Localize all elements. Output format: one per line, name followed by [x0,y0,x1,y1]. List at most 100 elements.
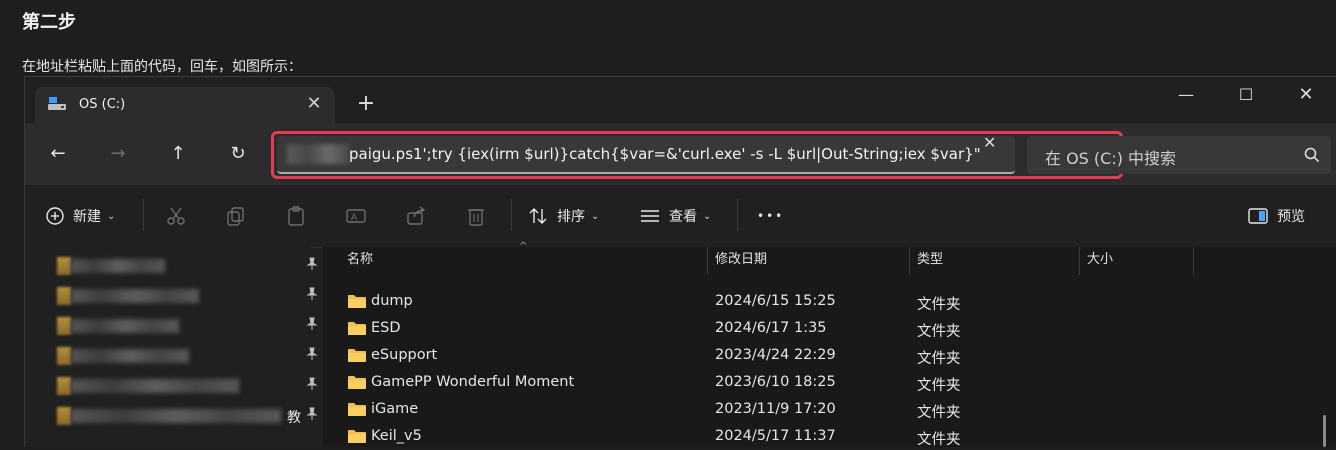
pin-icon [306,257,318,270]
sidebar-item-pinned-1[interactable] [49,253,318,279]
sidebar-redacted-blur [71,349,189,363]
article-text: 在地址栏粘贴上面的代码，回车，如图所示： [22,59,302,75]
sidebar-item-pinned-4[interactable] [49,343,318,369]
folder-icon [57,257,71,275]
preview-label: 预览 [1277,209,1305,225]
file-row[interactable]: eSupport 2023/4/24 22:29 文件夹 [323,342,1336,369]
column-header-name[interactable]: 名称 [347,247,373,273]
navigation-pane: 教 [25,247,318,447]
sort-caret-icon: ^ [519,241,528,252]
search-input[interactable]: 在 OS (C:) 中搜索 [1027,136,1331,174]
column-divider[interactable] [909,247,910,275]
column-header-type[interactable]: 类型 [917,247,943,273]
sidebar-redacted-blur [71,379,239,393]
column-divider[interactable] [707,247,708,275]
column-divider[interactable] [1193,247,1194,275]
maximize-button[interactable]: ☐ [1223,79,1269,111]
article-heading: 第二步 [22,12,76,33]
file-date: 2023/11/9 17:20 [715,401,836,417]
folder-icon [57,407,71,425]
close-window-button[interactable]: ✕ [1283,79,1329,111]
new-button[interactable]: 新建 ⌄ [45,203,115,229]
preview-pane-button[interactable]: 预览 [1247,203,1305,229]
file-name: GamePP Wonderful Moment [371,374,575,390]
file-name: eSupport [371,347,438,363]
tab-os-c[interactable]: OS (C:) ✕ [35,87,335,123]
view-label: 查看 [669,209,697,225]
search-icon [1304,147,1320,163]
file-name: dump [371,293,413,309]
view-button[interactable]: 查看 ⌄ [639,203,711,229]
pin-icon [306,407,318,420]
chevron-down-icon: ⌄ [107,210,116,222]
delete-button[interactable] [465,203,487,229]
sort-button[interactable]: 排序 ⌄ [527,203,599,229]
chevron-down-icon: ⌄ [703,210,712,222]
sidebar-item-pinned-3[interactable] [49,313,318,339]
folder-icon [57,377,71,395]
folder-icon [348,376,366,389]
file-explorer-window: OS (C:) ✕ + — ☐ ✕ ← → ↑ ↻ paigu.ps1';try… [24,76,1336,448]
file-type: 文件夹 [917,297,961,313]
refresh-button[interactable]: ↻ [223,139,253,169]
sidebar-redacted-blur [71,289,199,303]
toolbar-divider [737,199,738,231]
file-type: 文件夹 [917,351,961,367]
toolbar-divider [511,199,512,231]
new-tab-button[interactable]: + [355,93,377,115]
svg-text:A: A [351,213,358,223]
cut-button[interactable] [165,203,187,229]
scissors-icon [167,207,185,225]
plus-circle-icon [46,207,64,225]
file-list: ^ 名称 修改日期 类型 大小 dump 2024/6/15 15:25 文件夹… [323,241,1336,448]
file-date: 2023/4/24 22:29 [715,347,836,363]
folder-icon [57,287,71,305]
pin-icon [306,317,318,330]
folder-icon [57,317,71,335]
file-name: ESD [371,320,401,336]
rename-icon: A [346,209,366,223]
file-row[interactable]: dump 2024/6/15 15:25 文件夹 [323,288,1336,315]
vertical-scrollbar[interactable] [1323,415,1326,447]
file-row[interactable]: iGame 2023/11/9 17:20 文件夹 [323,396,1336,423]
file-name: iGame [371,401,419,417]
forward-button[interactable]: → [103,139,133,169]
file-row[interactable]: ESD 2024/6/17 1:35 文件夹 [323,315,1336,342]
drive-icon [48,97,66,110]
tab-title: OS (C:) [79,97,126,112]
sort-label: 排序 [557,209,585,225]
command-bar: 新建 ⌄ A 排序 ⌄ 查看 ⌄ ••• 预览 [25,185,1336,248]
new-label: 新建 [73,209,101,225]
file-type: 文件夹 [917,378,961,394]
sidebar-redacted-blur [71,319,179,333]
minimize-button[interactable]: — [1163,79,1209,111]
column-header-date[interactable]: 修改日期 [715,247,767,273]
up-button[interactable]: ↑ [163,139,193,169]
file-date: 2024/5/17 11:37 [715,428,836,444]
file-date: 2024/6/17 1:35 [715,320,827,336]
toolbar-divider [143,199,144,231]
back-button[interactable]: ← [43,139,73,169]
column-header-size[interactable]: 大小 [1087,247,1113,273]
folder-icon [348,295,366,308]
file-type: 文件夹 [917,405,961,421]
folder-icon [348,349,366,362]
search-placeholder: 在 OS (C:) 中搜索 [1045,149,1177,168]
share-button[interactable] [405,203,427,229]
tab-close-icon[interactable]: ✕ [303,93,325,115]
file-type: 文件夹 [917,324,961,340]
sidebar-item-pinned-2[interactable] [49,283,318,309]
copy-button[interactable] [225,203,247,229]
rename-button[interactable]: A [345,203,367,229]
paste-button[interactable] [285,203,307,229]
more-options-button[interactable]: ••• [757,203,784,229]
file-row[interactable]: GamePP Wonderful Moment 2023/6/10 18:25 … [323,369,1336,396]
sidebar-item-pinned-6[interactable]: 教 [49,403,318,429]
navigation-bar: ← → ↑ ↻ paigu.ps1';try {iex(irm $url)}ca… [25,123,1336,185]
folder-icon [348,430,366,443]
folder-icon [57,347,71,365]
column-divider[interactable] [1079,247,1080,275]
sidebar-item-label-suffix: 教 [287,410,301,426]
folder-icon [348,403,366,416]
sidebar-item-pinned-5[interactable] [49,373,318,399]
